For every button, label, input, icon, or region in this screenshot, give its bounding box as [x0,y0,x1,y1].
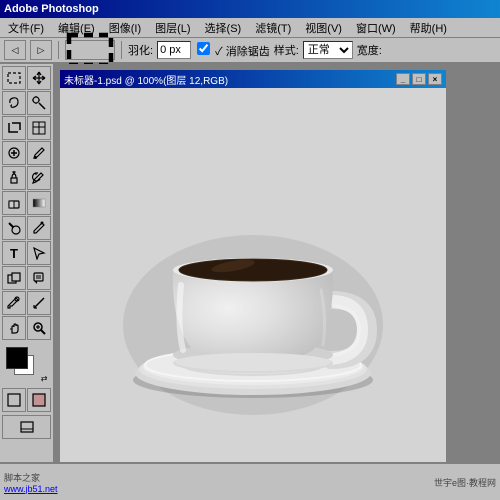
rect-marquee-btn[interactable] [65,40,115,60]
separator-1 [58,41,59,59]
shape-tool[interactable] [2,266,26,290]
switch-colors-icon[interactable]: ⇄ [41,374,48,383]
pen-tool[interactable] [27,216,51,240]
nav-forward-button[interactable]: ▷ [30,40,52,60]
dodge-tool[interactable] [2,216,26,240]
tool-row-2 [2,91,51,115]
menu-layer[interactable]: 图层(L) [149,18,196,38]
menu-filter[interactable]: 滤镜(T) [249,18,297,38]
quick-mask-btn[interactable] [27,388,51,412]
slice-tool[interactable] [27,116,51,140]
document-title: 未标器-1.psd @ 100%(图层 12,RGB) [64,72,228,87]
heal-tool[interactable] [2,141,26,165]
stamp-tool[interactable] [2,166,26,190]
document-window: 未标器-1.psd @ 100%(图层 12,RGB) _ □ × [58,68,448,474]
move-tool[interactable] [27,66,51,90]
app-title: Adobe Photoshop [4,3,99,15]
eraser-tool[interactable] [2,191,26,215]
gradient-tool[interactable] [27,191,51,215]
bottom-bar: 脚本之家 www.jb51.net 世宇e图·教程网 [0,462,500,500]
tool-row-3 [2,116,51,140]
menu-window[interactable]: 窗口(W) [350,18,402,38]
tool-row-1 [2,66,51,90]
document-titlebar: 未标器-1.psd @ 100%(图层 12,RGB) _ □ × [60,70,446,88]
zoom-tool[interactable] [27,316,51,340]
feather-label: 羽化: [128,42,153,58]
menu-view[interactable]: 视图(V) [299,18,348,38]
feather-input[interactable] [157,41,191,59]
watermark-url-1: www.jb51.net [4,484,58,494]
tool-row-5 [2,166,51,190]
nav-back-button[interactable]: ◁ [4,40,26,60]
lasso-tool[interactable] [2,91,26,115]
antialias-label: ✓ 消除锯齿 [195,42,270,59]
coffee-cup-illustration [103,125,403,435]
crop-tool[interactable] [2,116,26,140]
color-swatch-container: ⇄ [6,347,48,383]
menu-file[interactable]: 文件(F) [2,18,50,38]
eyedropper-tool[interactable] [2,291,26,315]
watermark-label-1: 脚本之家 [4,471,58,484]
document-content [60,88,446,472]
minimize-button[interactable]: _ [396,73,410,85]
options-bar: ◁ ▷ 羽化: ✓ 消除锯齿 样式: 正常 固定比例 固定大小 宽度: [0,38,500,64]
path-select-tool[interactable] [27,241,51,265]
notes-tool[interactable] [27,266,51,290]
title-bar: Adobe Photoshop [0,0,500,18]
tool-row-6 [2,191,51,215]
standard-mode-btn[interactable] [2,388,26,412]
type-icon: T [10,246,18,261]
tool-row-8: T [2,241,51,265]
canvas-area: 未标器-1.psd @ 100%(图层 12,RGB) _ □ × [54,64,500,500]
watermark-right: 世宇e图·教程网 [434,476,496,489]
brush-tool[interactable] [27,141,51,165]
separator-2 [121,41,122,59]
tool-row-7 [2,216,51,240]
foreground-color-swatch[interactable] [6,347,28,369]
main-area: T [0,64,500,500]
restore-button[interactable]: □ [412,73,426,85]
screen-mode-btn[interactable] [2,415,51,439]
tool-row-10 [2,291,51,315]
history-brush-tool[interactable] [27,166,51,190]
tool-row-9 [2,266,51,290]
tool-row-11 [2,316,51,340]
antialias-checkbox[interactable] [197,42,210,55]
measure-tool[interactable] [27,291,51,315]
toolbox: T [0,64,54,500]
watermark-label-2: 世宇e图·教程网 [434,478,496,488]
style-select[interactable]: 正常 固定比例 固定大小 [303,41,353,59]
magic-wand-tool[interactable] [27,91,51,115]
tool-row-4 [2,141,51,165]
screen-mode-row [2,415,51,439]
close-button[interactable]: × [428,73,442,85]
type-tool[interactable]: T [2,241,26,265]
menu-help[interactable]: 帮助(H) [404,18,453,38]
mask-mode-row [2,388,51,412]
hand-tool[interactable] [2,316,26,340]
marquee-rect-tool[interactable] [2,66,26,90]
width-label: 宽度: [357,42,382,58]
document-titlebar-buttons: _ □ × [396,73,442,85]
style-label: 样式: [274,42,299,58]
watermark-left: 脚本之家 www.jb51.net [4,471,58,494]
menu-select[interactable]: 选择(S) [199,18,248,38]
